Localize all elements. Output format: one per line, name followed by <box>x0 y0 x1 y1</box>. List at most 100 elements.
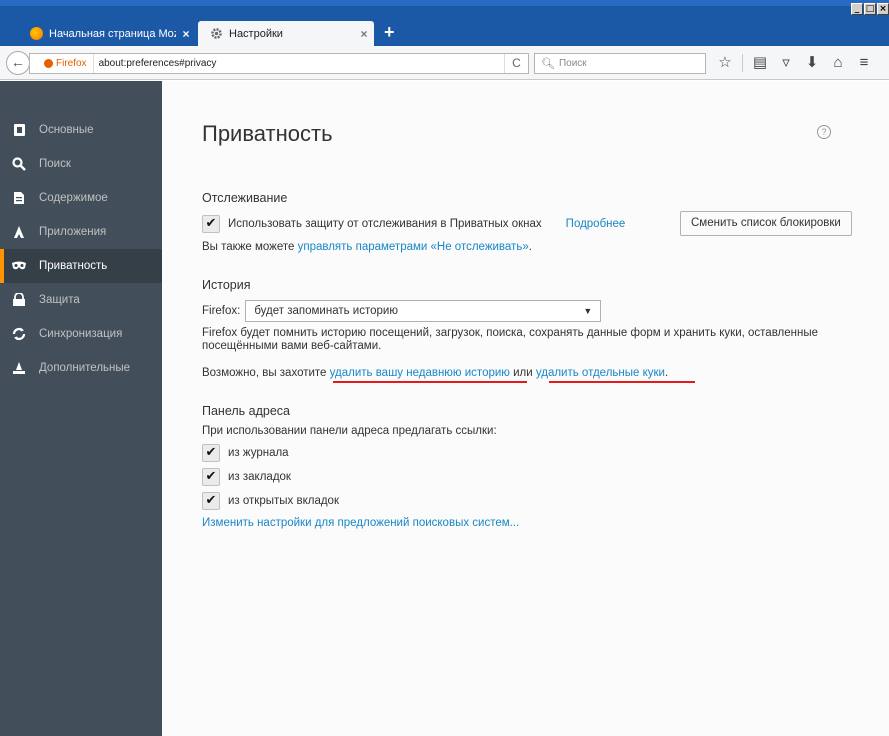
tab-title: Настройки <box>229 27 283 40</box>
page-title: Приватность <box>202 121 333 146</box>
gear-icon <box>210 27 223 40</box>
window-controls: _ □ × <box>850 3 889 15</box>
back-button[interactable]: ← <box>6 51 30 75</box>
sidebar-item-label: Основные <box>39 124 94 136</box>
sidebar-item-general[interactable]: Основные <box>0 113 162 147</box>
search-placeholder: Поиск <box>558 58 587 69</box>
dnt-prefix: Вы также можете <box>202 241 298 253</box>
bookmark-star-icon[interactable]: ☆ <box>712 54 738 72</box>
change-block-list-button[interactable]: Сменить список блокировки <box>680 211 852 236</box>
tracking-heading: Отслеживание <box>202 191 288 205</box>
dnt-suffix: . <box>528 241 532 253</box>
history-select-value: будет запоминать историю <box>254 305 398 317</box>
suggest-open-tabs-label: из открытых вкладок <box>228 495 339 507</box>
tab-close-icon[interactable]: × <box>176 27 196 41</box>
url-text[interactable]: about:preferences#privacy <box>94 58 504 69</box>
pocket-icon[interactable]: ▿ <box>773 54 799 72</box>
sidebar-item-label: Содержимое <box>39 192 108 204</box>
back-arrow-icon: ← <box>11 54 25 70</box>
sidebar-item-label: Приватность <box>39 260 108 272</box>
security-lock-icon <box>12 293 26 307</box>
suggest-bookmarks-row: ✔ из закладок <box>202 468 291 486</box>
sidebar-item-search[interactable]: Поиск <box>0 147 162 181</box>
general-icon <box>12 123 26 137</box>
sidebar-item-privacy[interactable]: Приватность <box>0 249 162 283</box>
sidebar-item-label: Поиск <box>39 158 71 170</box>
history-select-label: Firefox: <box>202 305 241 317</box>
annotation-underline <box>549 381 695 383</box>
firefox-logo-icon <box>30 27 43 40</box>
sidebar-item-label: Защита <box>39 294 80 306</box>
search-suggestions-row: Изменить настройки для предложений поиск… <box>202 517 519 529</box>
tab-settings[interactable]: Настройки × <box>198 21 374 46</box>
address-bar-heading: Панель адреса <box>202 404 291 418</box>
sidebar-item-label: Дополнительные <box>39 362 131 374</box>
annotation-underline <box>333 381 527 383</box>
manage-dnt-link[interactable]: управлять параметрами «Не отслеживать» <box>298 241 529 253</box>
window-titlebar: _ □ × Начальная страница Mozilla ... × Н… <box>0 0 889 46</box>
privacy-mask-icon <box>12 259 26 273</box>
sidebar-item-applications[interactable]: Приложения <box>0 215 162 249</box>
sidebar-item-security[interactable]: Защита <box>0 283 162 317</box>
dnt-row: Вы также можете управлять параметрами «Н… <box>202 241 532 253</box>
suggest-history-row: ✔ из журнала <box>202 444 289 462</box>
sidebar-item-label: Приложения <box>39 226 107 238</box>
tab-title: Начальная страница Mozilla ... <box>49 27 176 40</box>
tab-mozilla-start[interactable]: Начальная страница Mozilla ... × <box>20 21 196 46</box>
home-icon[interactable]: ⌂ <box>825 54 851 72</box>
identity-box[interactable]: Firefox <box>30 54 94 73</box>
maximize-button[interactable]: □ <box>864 3 876 15</box>
search-icon <box>12 157 26 171</box>
suggest-bookmarks-label: из закладок <box>228 471 291 483</box>
navigation-toolbar: ← Firefox about:preferences#privacy C 🔍︎… <box>0 46 889 80</box>
reload-icon[interactable]: C <box>504 54 528 73</box>
remove-individual-cookies-link[interactable]: удалить отдельные куки <box>536 367 665 379</box>
help-icon[interactable]: ? <box>817 125 831 139</box>
identity-label: Firefox <box>56 58 87 69</box>
sidebar-item-content[interactable]: Содержимое <box>0 181 162 215</box>
address-bar-intro: При использовании панели адреса предлага… <box>202 425 497 437</box>
suggest-bookmarks-checkbox[interactable]: ✔ <box>202 468 220 486</box>
address-bar-intro-text: При использовании панели адреса предлага… <box>202 425 497 437</box>
tracking-protection-checkbox[interactable]: ✔ <box>202 215 220 233</box>
learn-more-link[interactable]: Подробнее <box>566 218 626 230</box>
history-clear-row: Возможно, вы захотите удалить вашу недав… <box>202 367 668 379</box>
sidebar-item-advanced[interactable]: Дополнительные <box>0 351 162 385</box>
menu-icon[interactable]: ≡ <box>851 54 877 72</box>
content-icon <box>12 191 26 205</box>
search-input[interactable]: 🔍︎ Поиск <box>534 53 706 74</box>
suggest-history-checkbox[interactable]: ✔ <box>202 444 220 462</box>
titlebar-strip <box>0 0 889 6</box>
firefox-logo-icon <box>44 59 53 68</box>
advanced-icon <box>12 361 26 375</box>
history-description: Firefox будет помнить историю посещений,… <box>202 327 819 352</box>
tracking-protection-label: Использовать защиту от отслеживания в Пр… <box>228 218 542 230</box>
url-bar[interactable]: Firefox about:preferences#privacy C <box>29 53 529 74</box>
history-mode-row: Firefox: будет запоминать историю ▼ <box>202 300 602 322</box>
sidebar-item-sync[interactable]: Синхронизация <box>0 317 162 351</box>
history-heading: История <box>202 278 251 292</box>
search-icon: 🔍︎ <box>541 58 555 70</box>
tracking-protection-row: ✔ Использовать защиту от отслеживания в … <box>202 215 625 233</box>
tab-close-icon[interactable]: × <box>354 27 374 41</box>
sidebar-item-label: Синхронизация <box>39 328 123 340</box>
reading-list-icon[interactable]: ▤ <box>747 54 773 72</box>
search-suggestions-link[interactable]: Изменить настройки для предложений поиск… <box>202 517 519 529</box>
maybe-suffix: . <box>664 367 669 379</box>
suggest-open-tabs-checkbox[interactable]: ✔ <box>202 492 220 510</box>
toolbar-separator <box>742 54 743 72</box>
suggest-history-label: из журнала <box>228 447 289 459</box>
or-text: или <box>509 367 536 379</box>
preferences-pane: Приватность ? Отслеживание ✔ Использоват… <box>162 81 889 736</box>
toolbar-icons: ☆ ▤ ▿ ⬇ ⌂ ≡ <box>712 54 877 72</box>
suggest-open-tabs-row: ✔ из открытых вкладок <box>202 492 339 510</box>
close-window-button[interactable]: × <box>877 3 889 15</box>
maybe-prefix: Возможно, вы захотите <box>202 367 330 379</box>
sidebar: Основные Поиск Содержимое Приложения При… <box>0 81 162 736</box>
download-icon[interactable]: ⬇ <box>799 54 825 72</box>
history-mode-select[interactable]: будет запоминать историю ▼ <box>245 300 602 322</box>
sync-icon <box>12 327 26 341</box>
minimize-button[interactable]: _ <box>851 3 863 15</box>
new-tab-button[interactable]: + <box>384 23 395 41</box>
clear-recent-history-link[interactable]: удалить вашу недавнюю историю <box>330 367 510 379</box>
